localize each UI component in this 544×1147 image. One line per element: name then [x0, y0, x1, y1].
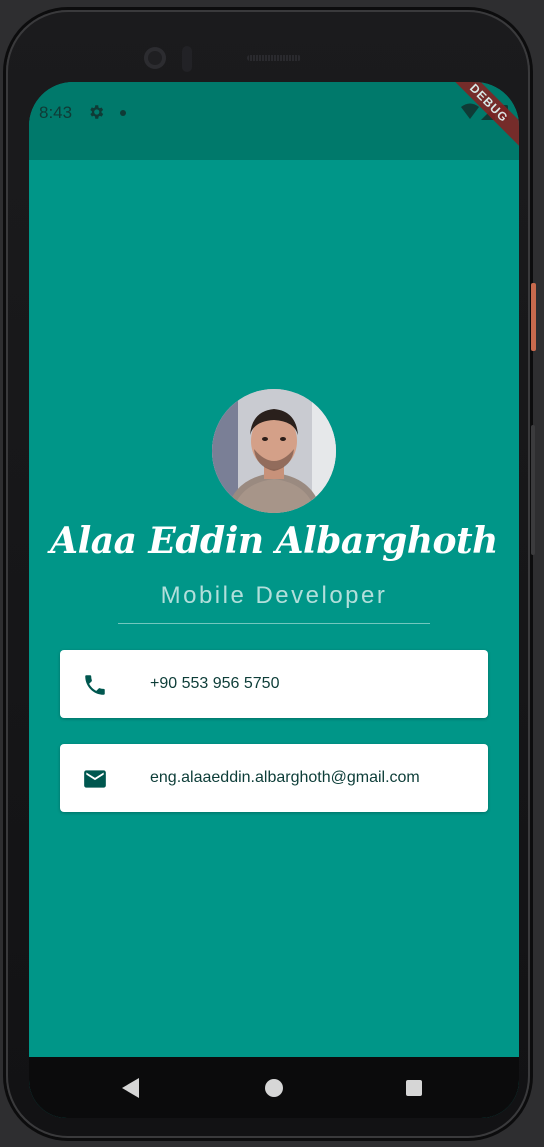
email-icon [84, 770, 106, 788]
profile-photo [212, 389, 336, 513]
app-screen: 8:43 DEBUG Alaa Eddin Albarghoth Mobile … [29, 82, 519, 1118]
earpiece-speaker [247, 55, 301, 61]
email-address: eng.alaaeddin.albarghoth@gmail.com [150, 769, 420, 786]
avatar [212, 389, 336, 513]
phone-number: +90 553 956 5750 [150, 675, 280, 692]
profile-name: Alaa Eddin Albarghoth [50, 520, 498, 562]
front-camera [144, 47, 166, 69]
email-card[interactable]: eng.alaaeddin.albarghoth@gmail.com [60, 744, 488, 812]
device-frame: 8:43 DEBUG Alaa Eddin Albarghoth Mobile … [6, 10, 530, 1138]
recents-button[interactable] [406, 1080, 422, 1096]
power-button[interactable] [531, 283, 536, 351]
volume-button[interactable] [531, 425, 535, 555]
system-navigation-bar [29, 1057, 519, 1118]
sensor [182, 46, 192, 72]
profile-card: Alaa Eddin Albarghoth Mobile Developer +… [29, 82, 519, 1057]
home-button[interactable] [265, 1079, 283, 1097]
phone-icon [85, 675, 105, 695]
back-button[interactable] [122, 1078, 139, 1098]
phone-card[interactable]: +90 553 956 5750 [60, 650, 488, 718]
divider [118, 623, 430, 624]
profile-title: Mobile Developer [160, 582, 388, 609]
